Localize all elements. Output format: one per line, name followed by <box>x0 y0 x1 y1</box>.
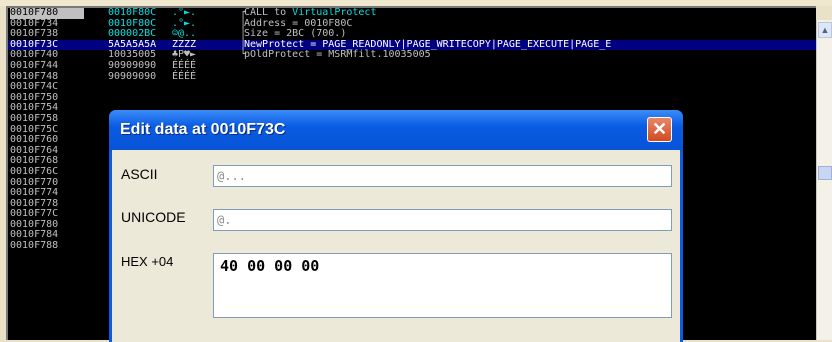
stack-address: 0010F76C <box>10 165 59 177</box>
ascii-label: ASCII <box>121 166 158 182</box>
dialog-titlebar[interactable]: Edit data at 0010F73C ✕ <box>109 110 683 150</box>
close-icon: ✕ <box>651 119 668 139</box>
stack-address: 0010F780 <box>10 8 84 19</box>
stack-comment-function: VirtualProtect <box>292 7 377 18</box>
stack-comment-text: pOldProtect = MSRMfilt.10035005 <box>244 49 431 61</box>
dialog-client: ASCII @... UNICODE @. HEX +04 40 00 00 0… <box>112 150 680 342</box>
hex-label: HEX +04 <box>121 254 174 269</box>
stack-row[interactable]: 0010F744 90909090 ÉÉÉÉ <box>8 59 816 72</box>
ascii-value: @... <box>217 169 246 183</box>
close-button[interactable]: ✕ <box>647 117 672 142</box>
stack-row[interactable]: 0010F748 90909090 ÉÉÉÉ <box>8 70 816 83</box>
stack-row[interactable]: 0010F750 <box>8 92 816 104</box>
dialog-title: Edit data at 0010F73C <box>120 121 286 138</box>
stack-comment-text: NewProtect = PAGE_READONLY|PAGE_WRITECOP… <box>244 38 612 50</box>
stack-ascii: ÉÉÉÉ <box>172 59 197 71</box>
unicode-value: @. <box>217 213 232 227</box>
hex-field[interactable]: 40 00 00 00 <box>213 253 672 318</box>
scroll-up-button[interactable]: ▲ <box>818 22 832 38</box>
stack-ascii: ÉÉÉÉ <box>172 70 197 82</box>
stack-address: 0010F758 <box>10 112 59 124</box>
hex-value: 40 00 00 00 <box>220 257 320 275</box>
stack-address: 0010F788 <box>10 240 59 252</box>
edit-data-dialog: Edit data at 0010F73C ✕ ASCII @... UNICO… <box>109 110 683 342</box>
vertical-scrollbar[interactable]: ▲ <box>816 20 832 340</box>
stack-comment-text: Address = 0010F80C <box>244 17 353 29</box>
stack-ascii: .°►. <box>172 7 197 18</box>
stack-comment: pOldProtect = MSRMfilt.10035005 <box>244 50 431 61</box>
scroll-thumb[interactable] <box>818 166 832 180</box>
stack-comment-text: Size = 2BC (700.) <box>244 28 347 40</box>
ascii-field[interactable]: @... <box>213 165 672 187</box>
chevron-up-icon: ▲ <box>820 25 830 35</box>
stack-value: 90909090 <box>108 59 157 71</box>
stack-comment-text: CALL to <box>244 7 293 18</box>
unicode-label: UNICODE <box>121 209 186 225</box>
stack-value: 90909090 <box>108 70 157 82</box>
stack-address: 0010F744 <box>10 59 59 71</box>
unicode-field[interactable]: @. <box>213 209 672 231</box>
stack-value: 0010F80C <box>108 7 157 18</box>
stack-row[interactable]: 0010F74C <box>8 82 816 93</box>
stack-row[interactable]: 0010F780 0010F80C .°►. ┌ CALL to VirtualProt… <box>8 8 816 19</box>
